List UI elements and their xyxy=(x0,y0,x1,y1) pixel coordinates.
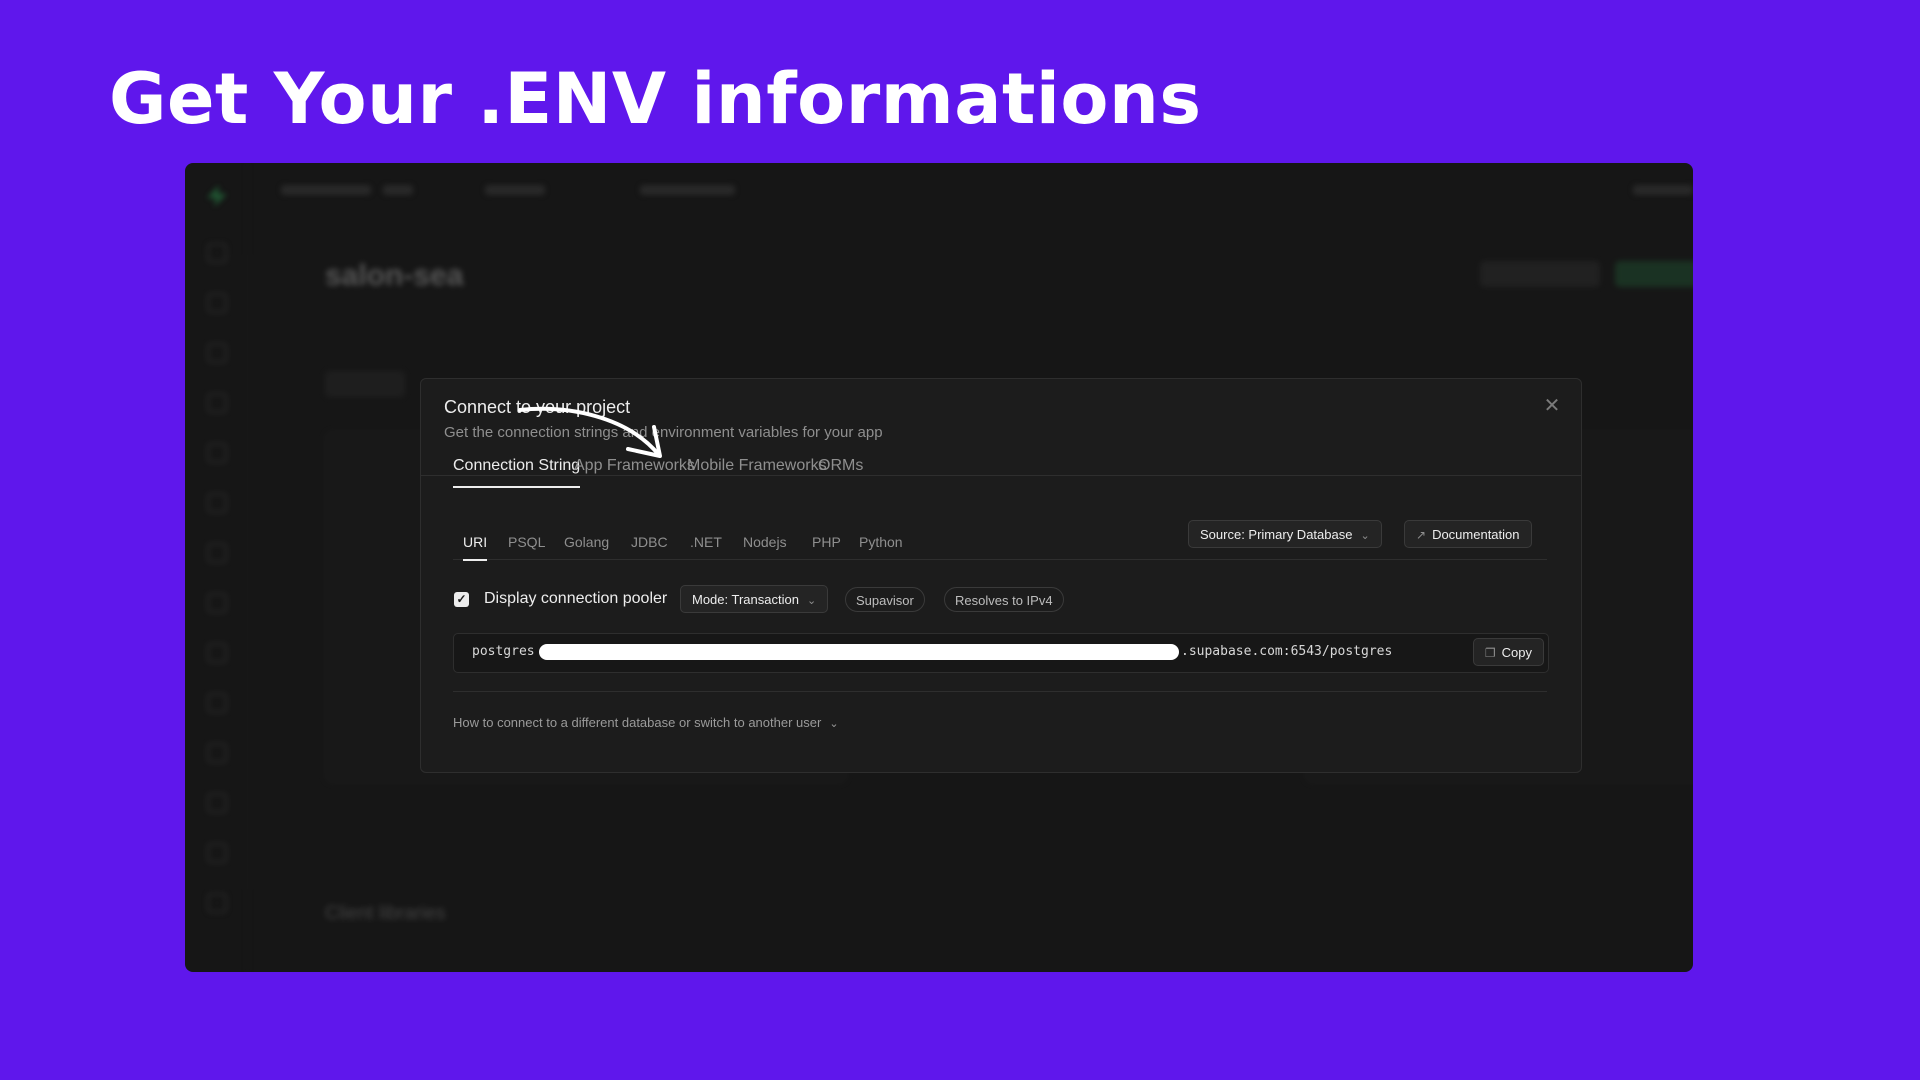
app-screenshot: salon-sea Client libraries Connect to yo… xyxy=(185,163,1693,972)
home-icon xyxy=(207,243,227,263)
logs-icon xyxy=(207,743,227,763)
subtab-jdbc[interactable]: JDBC xyxy=(631,534,668,550)
pooler-checkbox[interactable]: ✓ xyxy=(454,592,469,607)
breadcrumb-project xyxy=(485,185,545,195)
documentation-button[interactable]: ↗ Documentation xyxy=(1404,520,1532,548)
mode-select[interactable]: Mode: Transaction ⌄ xyxy=(680,585,829,613)
subtab-nodejs[interactable]: Nodejs xyxy=(743,534,787,550)
annotation-arrow xyxy=(518,406,662,458)
table-icon xyxy=(207,293,227,313)
source-select[interactable]: Source: Primary Database ⌄ xyxy=(1188,520,1382,548)
filter-pill xyxy=(325,371,405,397)
subtab-uri[interactable]: URI xyxy=(463,534,488,561)
source-select-label: Source: Primary Database xyxy=(1200,527,1353,542)
documentation-label: Documentation xyxy=(1432,527,1520,542)
breadcrumb-org xyxy=(281,185,371,195)
redacted-credentials xyxy=(539,644,1179,660)
subtab-psql[interactable]: PSQL xyxy=(508,534,545,550)
project-title: salon-sea xyxy=(325,259,464,292)
client-libraries-heading: Client libraries xyxy=(325,903,446,924)
divider xyxy=(453,691,1547,692)
external-link-icon: ↗ xyxy=(1416,528,1427,542)
mode-select-label: Mode: Transaction xyxy=(692,592,799,607)
pooler-checkbox-label: Display connection pooler xyxy=(484,590,668,607)
breadcrumb-plan xyxy=(383,185,413,195)
settings-icon xyxy=(207,893,227,913)
api-docs-icon xyxy=(207,793,227,813)
chevron-down-icon: ⌄ xyxy=(1360,530,1370,542)
slide-title: Get Your .ENV informations xyxy=(109,58,1202,140)
breadcrumb-branching xyxy=(640,185,735,195)
auth-icon xyxy=(207,443,227,463)
project-status-pill xyxy=(1480,261,1600,287)
help-link-label: How to connect to a different database o… xyxy=(453,715,822,730)
realtime-icon xyxy=(207,593,227,613)
supavisor-badge: Supavisor xyxy=(845,587,925,612)
subtab-golang[interactable]: Golang xyxy=(564,534,609,550)
copy-icon: ❐ xyxy=(1484,646,1496,660)
subtab-dotnet[interactable]: .NET xyxy=(690,534,722,550)
sidebar-rail xyxy=(185,163,248,972)
reports-icon xyxy=(207,693,227,713)
close-icon[interactable]: ✕ xyxy=(1541,395,1563,417)
connection-string-suffix: .supabase.com:6543/postgres xyxy=(1181,644,1393,659)
language-tabs: URI PSQL Golang JDBC .NET Nodejs PHP Pyt… xyxy=(453,529,1547,561)
help-link[interactable]: How to connect to a different database o… xyxy=(453,715,839,730)
ipv4-badge: Resolves to IPv4 xyxy=(944,587,1064,612)
chevron-down-icon: ⌄ xyxy=(829,718,839,730)
sql-icon xyxy=(207,343,227,363)
functions-icon xyxy=(207,543,227,563)
connect-pill xyxy=(1615,261,1693,287)
advisors-icon xyxy=(207,643,227,663)
connection-string-prefix: postgres xyxy=(472,644,535,659)
subtab-python[interactable]: Python xyxy=(859,534,903,550)
supabase-logo-icon xyxy=(207,185,227,207)
storage-icon xyxy=(207,493,227,513)
copy-button[interactable]: ❐ Copy xyxy=(1472,638,1544,666)
copy-label: Copy xyxy=(1501,645,1532,660)
tab-orms[interactable]: ORMs xyxy=(818,457,863,475)
integrations-icon xyxy=(207,843,227,863)
feedback-button xyxy=(1633,185,1693,195)
connection-string-field[interactable]: postgres .supabase.com:6543/postgres ❐ Co… xyxy=(453,633,1549,673)
chevron-down-icon: ⌄ xyxy=(806,595,817,607)
subtab-php[interactable]: PHP xyxy=(812,534,841,550)
database-icon xyxy=(207,393,227,413)
